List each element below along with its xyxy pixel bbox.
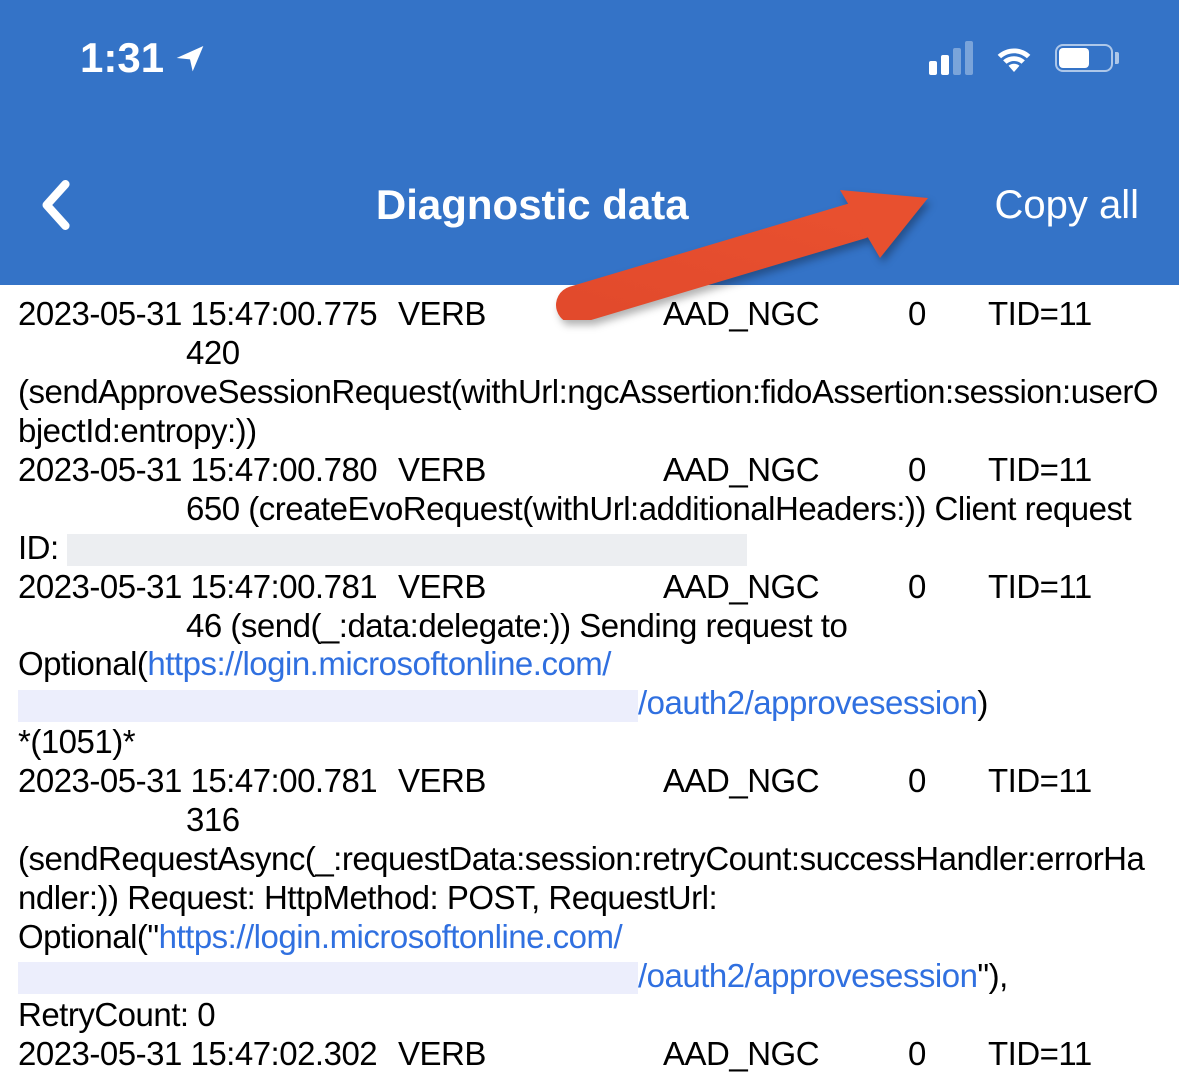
log-link[interactable]: /oauth2/approvesession [638, 684, 977, 721]
log-timestamp: 2023-05-31 15:47:00.781 [18, 568, 398, 607]
log-link[interactable]: https://login.microsoftonline.com/ [147, 645, 611, 682]
log-entry: 2023-05-31 15:47:00.781 VERB AAD_NGC 0 T… [18, 762, 1161, 1035]
redacted-id [67, 534, 747, 566]
wifi-icon [995, 44, 1033, 72]
back-button[interactable] [40, 180, 70, 230]
log-tid: TID=11 [988, 295, 1092, 334]
nav-bar: Diagnostic data Copy all [0, 145, 1179, 285]
log-tail: *(1051)* [18, 723, 135, 760]
log-line: 46 [186, 607, 222, 644]
log-tid: TID=11 [988, 568, 1092, 607]
page-title: Diagnostic data [376, 181, 689, 229]
log-line: 650 [186, 490, 240, 527]
log-code: 0 [908, 1035, 988, 1074]
status-indicators [929, 41, 1119, 75]
log-level: VERB [398, 568, 663, 607]
log-link[interactable]: https://login.microsoftonline.com/ [159, 918, 623, 955]
log-level: VERB [398, 762, 663, 801]
log-code: 0 [908, 451, 988, 490]
location-icon [174, 42, 206, 74]
log-code: 0 [908, 295, 988, 334]
log-tag: AAD_NGC [663, 1035, 908, 1074]
log-line: 420 [18, 334, 240, 371]
log-list[interactable]: 2023-05-31 15:47:00.775 VERB AAD_NGC 0 T… [0, 285, 1179, 1074]
log-level: VERB [398, 451, 663, 490]
copy-all-button[interactable]: Copy all [994, 183, 1139, 228]
log-line: 316 [18, 801, 240, 838]
status-time: 1:31 [80, 34, 164, 82]
status-bar: 1:31 [0, 0, 1179, 145]
log-tag: AAD_NGC [663, 451, 908, 490]
log-timestamp: 2023-05-31 15:47:02.302 [18, 1035, 398, 1074]
log-tid: TID=11 [988, 762, 1092, 801]
log-timestamp: 2023-05-31 15:47:00.780 [18, 451, 398, 490]
status-time-group: 1:31 [80, 34, 206, 82]
log-tag: AAD_NGC [663, 762, 908, 801]
battery-icon [1055, 44, 1119, 72]
log-tag: AAD_NGC [663, 568, 908, 607]
log-message: (sendApproveSessionRequest(withUrl:ngcAs… [18, 373, 1158, 449]
log-code: 0 [908, 762, 988, 801]
log-code: 0 [908, 568, 988, 607]
log-timestamp: 2023-05-31 15:47:00.781 [18, 762, 398, 801]
cellular-icon [929, 41, 973, 75]
log-entry: 2023-05-31 15:47:00.781 VERB AAD_NGC 0 T… [18, 568, 1161, 763]
log-entry: 2023-05-31 15:47:02.302 VERB AAD_NGC 0 T… [18, 1035, 1161, 1074]
log-level: VERB [398, 295, 663, 334]
log-tag: AAD_NGC [663, 295, 908, 334]
log-entry: 2023-05-31 15:47:00.780 VERB AAD_NGC 0 T… [18, 451, 1161, 568]
log-entry: 2023-05-31 15:47:00.775 VERB AAD_NGC 0 T… [18, 295, 1161, 451]
redacted-tenant [18, 690, 638, 722]
log-level: VERB [398, 1035, 663, 1074]
log-tid: TID=11 [988, 1035, 1092, 1074]
redacted-tenant [18, 962, 638, 994]
log-timestamp: 2023-05-31 15:47:00.775 [18, 295, 398, 334]
log-link[interactable]: /oauth2/approvesession [638, 957, 977, 994]
log-message: ) [977, 684, 988, 721]
log-tid: TID=11 [988, 451, 1092, 490]
